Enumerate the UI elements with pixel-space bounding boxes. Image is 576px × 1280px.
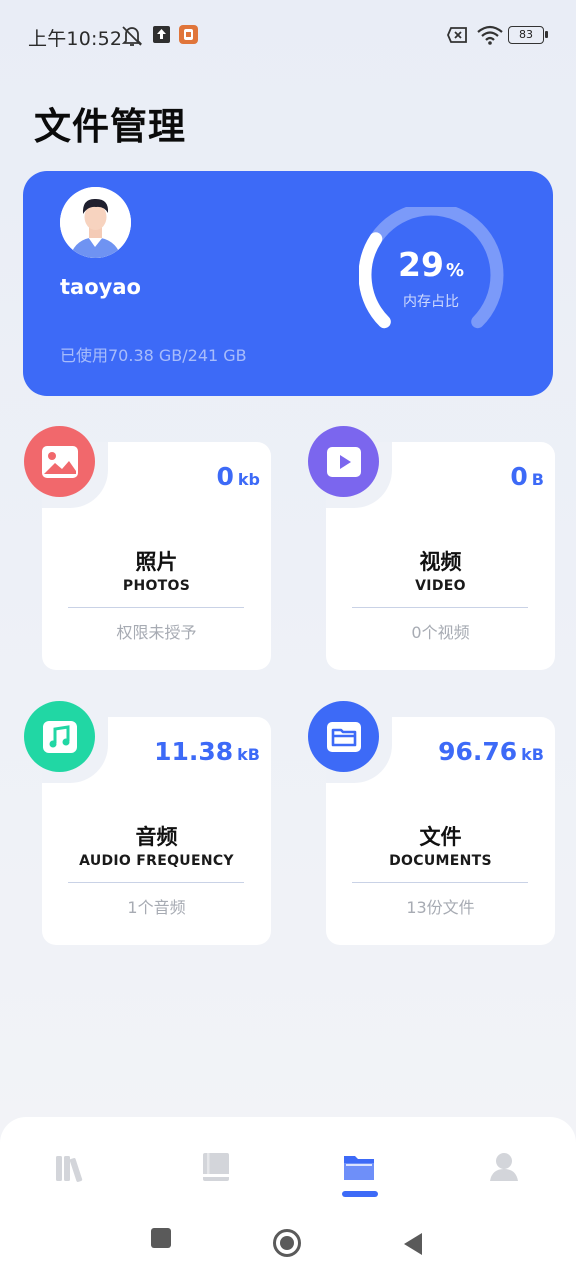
- divider: [68, 882, 244, 883]
- category-size: 96.76 kB: [438, 737, 544, 766]
- app-notification-icon: [179, 25, 198, 44]
- storage-percent: 29%: [359, 245, 503, 284]
- size-value: 0: [216, 462, 234, 491]
- divider: [352, 882, 528, 883]
- category-count: 0个视频: [411, 623, 470, 642]
- wifi-icon: [477, 25, 503, 45]
- size-value: 11.38: [154, 737, 234, 766]
- category-size: 0 kb: [217, 462, 261, 491]
- category-size: 11.38 kB: [154, 737, 260, 766]
- storage-percent-value: 29: [398, 245, 444, 284]
- size-value: 96.76: [438, 737, 518, 766]
- upload-icon: [153, 26, 170, 43]
- status-bar: 上午10:52 83: [0, 0, 576, 72]
- category-count: 13份文件: [406, 898, 475, 917]
- recent-apps-button[interactable]: [150, 1227, 172, 1249]
- size-unit: B: [531, 470, 544, 489]
- library-icon[interactable]: [52, 1147, 92, 1187]
- muted-bell-icon: [121, 26, 143, 46]
- category-size: 0B: [510, 462, 544, 491]
- size-unit: kB: [521, 745, 544, 764]
- category-subtitle: AUDIO FREQUENCY: [79, 853, 234, 869]
- category-subtitle: PHOTOS: [122, 578, 191, 594]
- size-value: 0: [510, 462, 528, 491]
- storage-percent-label: 内存占比: [403, 294, 459, 310]
- avatar[interactable]: [60, 187, 131, 258]
- category-count: 权限未授予: [116, 623, 197, 642]
- video-play-icon[interactable]: [308, 426, 379, 497]
- category-title: 音频: [135, 825, 178, 849]
- category-photos[interactable]: 0 kb 照片 PHOTOS 权限未授予: [24, 426, 274, 676]
- category-title: 视频: [419, 550, 462, 574]
- category-title: 文件: [419, 825, 462, 849]
- size-unit: kb: [237, 470, 260, 489]
- size-unit: kB: [237, 745, 260, 764]
- category-count: 1个音频: [127, 898, 186, 917]
- category-video[interactable]: 0B 视频 VIDEO 0个视频: [308, 426, 558, 676]
- category-title: 照片: [135, 550, 178, 574]
- category-subtitle: DOCUMENTS: [389, 853, 492, 869]
- category-documents[interactable]: 96.76 kB 文件 DOCUMENTS 13份文件: [308, 701, 558, 951]
- book-icon[interactable]: [196, 1147, 236, 1187]
- category-audio[interactable]: 11.38 kB 音频 AUDIO FREQUENCY 1个音频: [24, 701, 274, 951]
- storage-card[interactable]: taoyao 已使用70.38 GB/241 GB 29% 内存占比: [23, 171, 553, 396]
- divider: [352, 607, 528, 608]
- username: taoyao: [60, 275, 141, 299]
- folder-icon[interactable]: [308, 701, 379, 772]
- page-title: 文件管理: [34, 105, 186, 148]
- battery-icon: 83: [508, 26, 548, 44]
- divider: [68, 607, 244, 608]
- bottom-nav: [0, 1117, 576, 1280]
- music-note-icon[interactable]: [24, 701, 95, 772]
- storage-percent-sign: %: [445, 260, 464, 281]
- home-button[interactable]: [272, 1228, 302, 1258]
- no-sim-icon: [447, 27, 467, 43]
- image-icon[interactable]: [24, 426, 95, 497]
- category-subtitle: VIDEO: [415, 578, 466, 594]
- back-button[interactable]: [402, 1231, 424, 1257]
- folder-icon[interactable]: [340, 1147, 380, 1187]
- status-time: 上午10:52: [28, 28, 123, 50]
- profile-icon[interactable]: [484, 1147, 524, 1187]
- active-tab-indicator: [342, 1191, 378, 1197]
- storage-usage: 已使用70.38 GB/241 GB: [60, 346, 247, 365]
- battery-level: 83: [519, 28, 533, 41]
